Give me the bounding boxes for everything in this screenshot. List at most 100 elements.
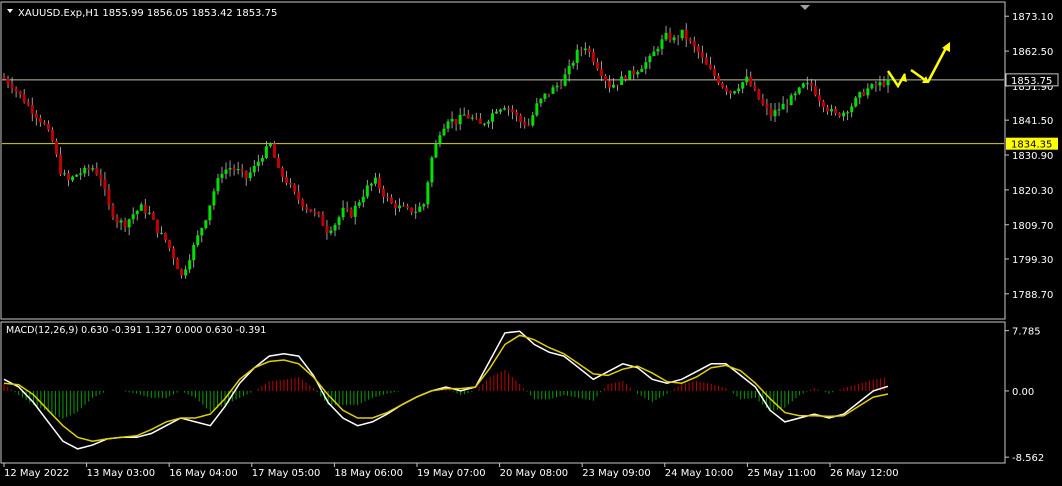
candle-body bbox=[882, 82, 886, 86]
candle-body bbox=[817, 95, 821, 102]
candle-body bbox=[854, 97, 858, 107]
candle-body bbox=[842, 112, 846, 117]
candle-body bbox=[398, 205, 402, 209]
candle-body bbox=[159, 232, 163, 234]
candle-body bbox=[672, 37, 676, 41]
candle-body bbox=[595, 62, 599, 69]
candle-body bbox=[866, 88, 870, 96]
candle-body bbox=[317, 212, 321, 215]
candle-body bbox=[293, 184, 297, 192]
macd-tick-label: 0.00 bbox=[1012, 387, 1034, 398]
candle-body bbox=[168, 240, 172, 249]
candle-body bbox=[797, 87, 801, 94]
candle-body bbox=[260, 157, 264, 162]
chart-window[interactable]: 1873.101862.501851.901841.501830.901820.… bbox=[0, 0, 1062, 486]
candle-body bbox=[745, 76, 749, 83]
candle-body bbox=[507, 108, 511, 110]
candle-body bbox=[14, 88, 18, 92]
candle-body bbox=[123, 220, 127, 228]
candle-body bbox=[220, 173, 224, 179]
candle-body bbox=[825, 107, 829, 112]
candle-body bbox=[139, 204, 143, 211]
candle-body bbox=[547, 93, 551, 95]
candle-body bbox=[406, 206, 410, 208]
candle-body bbox=[805, 83, 809, 85]
candle-body bbox=[135, 210, 139, 215]
candle-body bbox=[486, 121, 490, 124]
candle-body bbox=[337, 217, 341, 225]
candle-body bbox=[228, 168, 232, 170]
candle-body bbox=[729, 91, 733, 94]
candle-body bbox=[830, 109, 834, 112]
candle-body bbox=[749, 76, 753, 86]
candle-body bbox=[721, 83, 725, 88]
candle-body bbox=[119, 220, 123, 223]
candle-body bbox=[846, 112, 850, 114]
candle-body bbox=[781, 103, 785, 110]
candle-body bbox=[499, 109, 503, 112]
candle-body bbox=[34, 113, 38, 118]
candle-body bbox=[430, 157, 434, 183]
candle-body bbox=[377, 177, 381, 189]
candle-body bbox=[285, 176, 289, 183]
candle-body bbox=[523, 122, 527, 126]
time-tick-label: 18 May 06:00 bbox=[334, 468, 403, 479]
candle-body bbox=[87, 167, 91, 170]
candle-body bbox=[341, 207, 345, 218]
candle-body bbox=[716, 75, 720, 84]
candle-body bbox=[59, 154, 63, 175]
candle-body bbox=[321, 214, 325, 226]
candle-body bbox=[373, 177, 377, 184]
candle-body bbox=[212, 191, 216, 206]
chart-header: XAUUSD.Exp,H1 1855.99 1856.05 1853.42 18… bbox=[18, 8, 277, 19]
candle-body bbox=[143, 204, 147, 214]
candle-body bbox=[862, 92, 866, 96]
candle-body bbox=[402, 205, 406, 207]
candle-body bbox=[543, 93, 547, 99]
candle-body bbox=[870, 84, 874, 89]
candle-body bbox=[67, 173, 71, 181]
candle-body bbox=[99, 174, 103, 180]
candle-body bbox=[700, 52, 704, 58]
candle-body bbox=[789, 95, 793, 105]
candle-body bbox=[297, 191, 301, 200]
candle-body bbox=[503, 108, 507, 110]
candle-body bbox=[688, 39, 692, 41]
candle-body bbox=[624, 76, 628, 80]
candle-body bbox=[301, 199, 305, 208]
candle-body bbox=[733, 91, 737, 94]
candle-body bbox=[325, 225, 329, 234]
candle-body bbox=[216, 178, 220, 192]
candle-body bbox=[450, 118, 454, 122]
candle-body bbox=[567, 65, 571, 75]
time-tick-label: 13 May 03:00 bbox=[87, 468, 156, 479]
candle-body bbox=[95, 168, 99, 175]
candle-body bbox=[369, 183, 373, 186]
candle-body bbox=[268, 143, 272, 147]
candle-body bbox=[103, 179, 107, 190]
macd-tick-label: 7.785 bbox=[1012, 327, 1041, 338]
candle-body bbox=[6, 79, 10, 85]
candle-body bbox=[765, 104, 769, 109]
candle-body bbox=[22, 94, 26, 103]
time-tick-label: 12 May 2022 bbox=[4, 468, 69, 479]
candle-body bbox=[850, 106, 854, 113]
price-tick-label: 1830.90 bbox=[1012, 151, 1053, 162]
candle-body bbox=[737, 88, 741, 92]
candle-body bbox=[281, 167, 285, 177]
candle-body bbox=[838, 113, 842, 117]
macd-tick-label: -8.562 bbox=[1012, 453, 1044, 464]
candle-body bbox=[535, 103, 539, 116]
candle-body bbox=[410, 207, 414, 213]
candle-body bbox=[345, 207, 349, 210]
price-level-label: 1834.35 bbox=[1011, 140, 1052, 151]
candle-body bbox=[652, 51, 656, 57]
candle-body bbox=[196, 235, 200, 246]
candle-body bbox=[527, 125, 531, 127]
candle-body bbox=[761, 98, 765, 105]
candle-body bbox=[422, 204, 426, 207]
candle-body bbox=[813, 85, 817, 96]
candle-body bbox=[349, 209, 353, 217]
candle-body bbox=[54, 141, 58, 155]
candle-body bbox=[462, 114, 466, 116]
